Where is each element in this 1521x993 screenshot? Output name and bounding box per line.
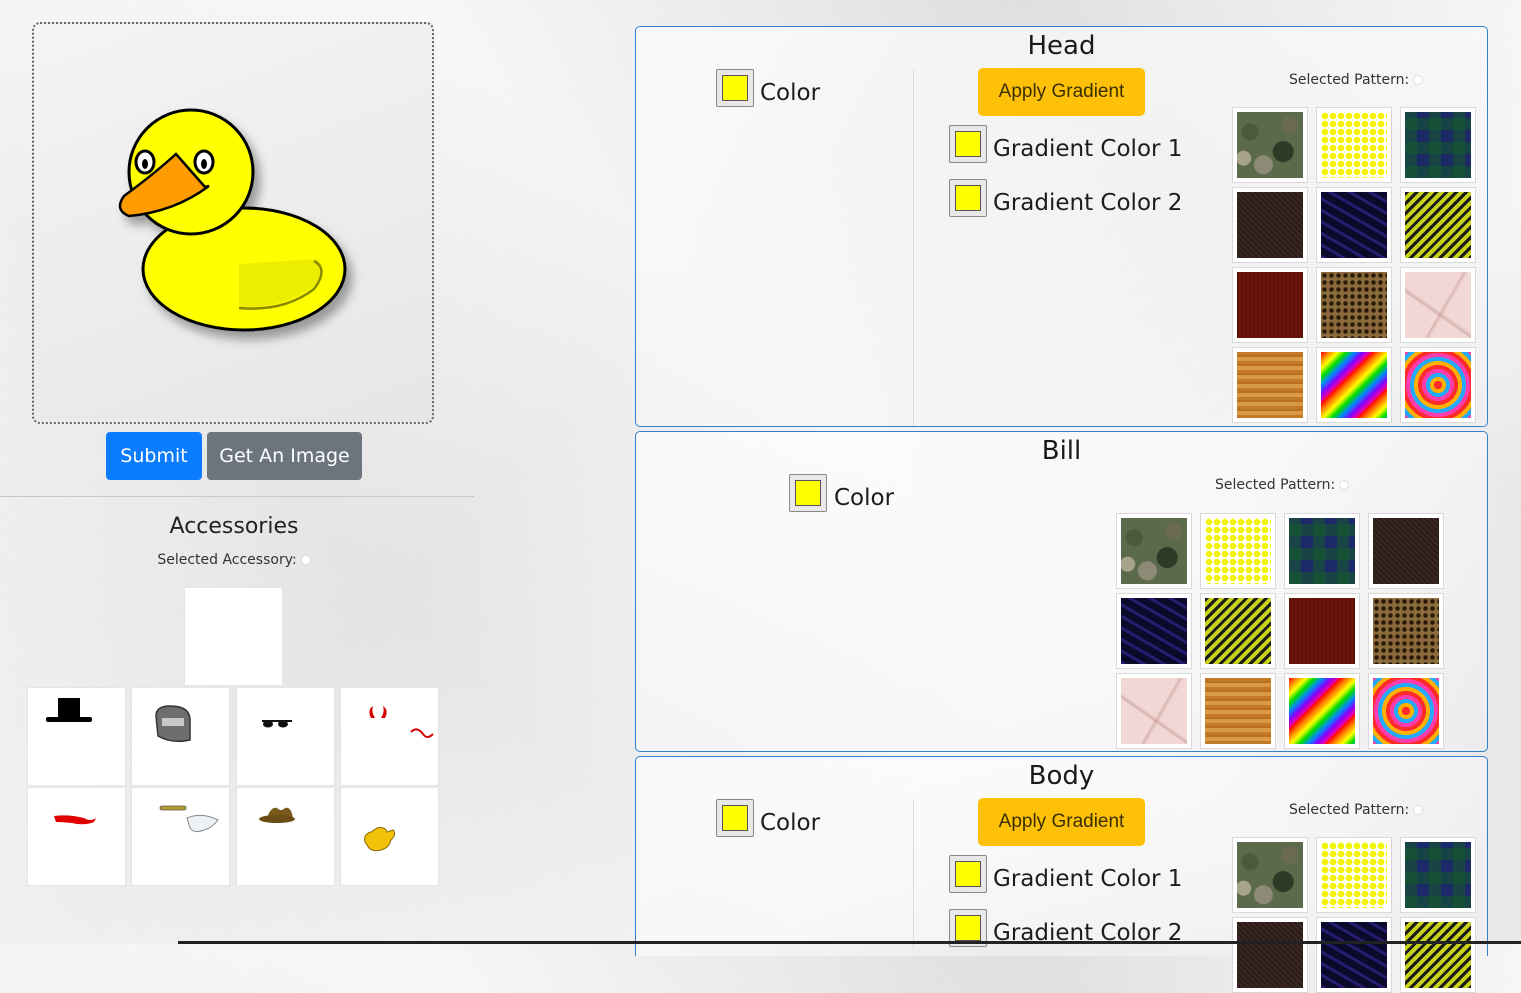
body-panel: Body Color Apply Gradient Gradient Color… [635,756,1488,993]
bill-panel: Bill Color Selected Pattern: [635,431,1488,752]
accessory-halo-wings[interactable] [131,787,230,886]
sunglasses-icon [262,720,292,728]
left-divider [0,496,474,497]
body-pattern-night[interactable] [1316,917,1392,993]
bill-pattern-rainbow[interactable] [1284,673,1360,749]
bill-pattern-tie-dye[interactable] [1368,673,1444,749]
head-pattern-camo[interactable] [1232,107,1308,183]
head-pattern-yellow-stripes[interactable] [1400,187,1476,263]
head-pattern-brown[interactable] [1232,187,1308,263]
body-pattern-yellow-dots[interactable] [1316,837,1392,913]
accessory-gloves[interactable] [340,787,439,886]
body-gradient-color-1-label: Gradient Color 1 [993,866,1183,892]
body-pattern-brown[interactable] [1232,917,1308,993]
head-pattern-maroon[interactable] [1232,267,1308,343]
body-apply-gradient-button[interactable]: Apply Gradient [978,798,1145,846]
head-selected-pattern: Selected Pattern: [1289,72,1424,88]
selected-accessory-indicator [300,555,311,565]
head-gradient-color-1-swatch[interactable] [949,125,987,163]
head-pattern-tie-dye[interactable] [1400,347,1476,423]
accessory-devil-horns[interactable] [340,687,439,786]
red-scarf-icon [54,815,96,825]
gloves-icon [364,827,396,852]
accessories-title: Accessories [169,514,299,539]
get-image-button[interactable]: Get An Image [207,432,362,480]
bill-selected-pattern-indicator [1339,480,1350,490]
head-pattern-rainbow[interactable] [1316,347,1392,423]
accessory-sunglasses[interactable] [236,687,335,786]
bill-pattern-leopard[interactable] [1368,593,1444,669]
head-pattern-night[interactable] [1316,187,1392,263]
head-gradient-color-2-swatch[interactable] [949,179,987,217]
bill-color-label: Color [834,485,895,511]
cowboy-hat-icon [259,807,295,823]
head-selected-pattern-label: Selected Pattern: [1289,72,1410,88]
body-selected-pattern-label: Selected Pattern: [1289,802,1410,818]
body-color-label: Color [760,810,821,836]
body-color-swatch[interactable] [716,799,754,837]
selected-accessory-label: Selected Accessory: [157,552,297,568]
accessory-cowboy-hat[interactable] [236,787,335,886]
head-color-label: Color [760,80,821,106]
head-title: Head [1027,31,1096,61]
head-pattern-yellow-dots[interactable] [1316,107,1392,183]
accessory-red-scarf[interactable] [27,787,126,886]
head-apply-gradient-button[interactable]: Apply Gradient [978,68,1145,116]
head-panel: Head Color Apply Gradient Gradient Color… [635,26,1488,427]
head-gradient-color-2-label: Gradient Color 2 [993,190,1183,216]
body-divider [913,799,914,949]
body-pattern-camo[interactable] [1232,837,1308,913]
bill-pattern-camo[interactable] [1116,513,1192,589]
accessory-top-hat[interactable] [27,687,126,786]
body-pattern-plaid[interactable] [1400,837,1476,913]
helmet-icon [155,705,191,743]
top-hat-icon [46,698,92,722]
head-selected-pattern-indicator [1413,75,1424,85]
head-pattern-leopard[interactable] [1316,267,1392,343]
accessory-helmet[interactable] [131,687,230,786]
body-gradient-color-1-swatch[interactable] [949,855,987,893]
bill-selected-pattern: Selected Pattern: [1215,477,1350,493]
devil-horns-icon [369,706,434,738]
bill-title: Bill [1041,436,1082,466]
bill-pattern-plaid[interactable] [1284,513,1360,589]
selected-accessory: Selected Accessory: [0,552,468,568]
bill-pattern-wood[interactable] [1200,673,1276,749]
bill-pattern-night[interactable] [1116,593,1192,669]
bill-pattern-marble[interactable] [1116,673,1192,749]
bill-pattern-yellow-dots[interactable] [1200,513,1276,589]
submit-button[interactable]: Submit [106,432,202,480]
bill-color-swatch[interactable] [789,474,827,512]
bill-pattern-maroon[interactable] [1284,593,1360,669]
body-selected-pattern: Selected Pattern: [1289,802,1424,818]
head-divider [913,69,914,426]
bill-pattern-brown[interactable] [1368,513,1444,589]
accessory-preview [184,587,283,686]
head-gradient-color-1-label: Gradient Color 1 [993,136,1183,162]
duck-canvas[interactable] [32,22,434,424]
head-pattern-marble[interactable] [1400,267,1476,343]
head-pattern-plaid[interactable] [1400,107,1476,183]
head-pattern-wood[interactable] [1232,347,1308,423]
body-title: Body [1028,761,1095,791]
bill-selected-pattern-label: Selected Pattern: [1215,477,1336,493]
head-color-swatch[interactable] [716,69,754,107]
body-selected-pattern-indicator [1413,805,1424,815]
bill-pattern-yellow-stripes[interactable] [1200,593,1276,669]
halo-wings-icon [159,805,219,833]
body-pattern-yellow-stripes[interactable] [1400,917,1476,993]
duck-illustration [118,108,347,332]
